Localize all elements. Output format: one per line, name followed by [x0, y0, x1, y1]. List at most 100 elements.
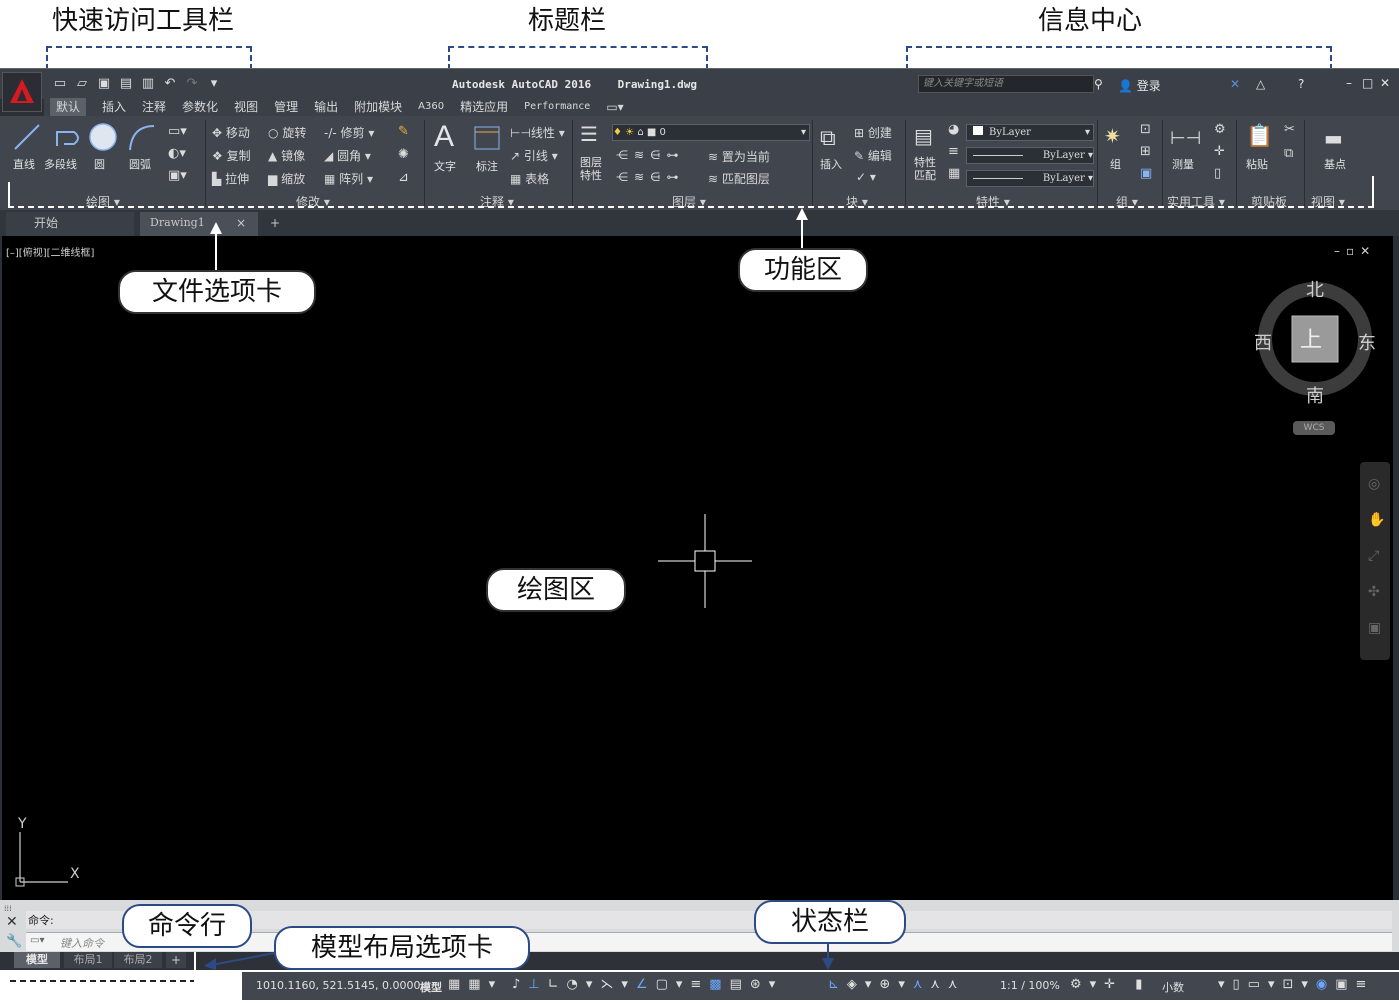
block-more-icon[interactable]: ✓ ▾ [856, 170, 876, 184]
command-grip-icon[interactable]: ⁞⁞⁞ [4, 904, 12, 913]
tab-drawing1[interactable]: Drawing1 × [140, 212, 258, 236]
coordinates-readout[interactable]: 1010.1160, 521.5145, 0.0000 [256, 979, 420, 992]
scale-button[interactable]: ▆ 缩放 [268, 170, 305, 187]
match-layer-button[interactable]: ≋ 匹配图层 [708, 170, 770, 187]
minimize-button[interactable]: – [1346, 76, 1352, 90]
polyline-button[interactable]: 多段线 [44, 156, 77, 172]
viewport-window-controls[interactable]: –▫✕ [1334, 244, 1376, 258]
customize-qat-icon[interactable]: ▾ [206, 77, 222, 91]
match-properties-button[interactable]: 特性 匹配 [914, 156, 936, 182]
offset-icon[interactable]: ⊿ [398, 170, 409, 185]
new-file-icon[interactable]: ▭ [52, 77, 68, 91]
linear-button[interactable]: ⊢⊣线性 ▾ [510, 124, 565, 141]
drafting-tools-group-4[interactable]: ⚙▾✛ ▮ [1070, 977, 1150, 992]
cut-icon[interactable]: ✂ [1284, 122, 1295, 137]
group-button[interactable]: 组 [1110, 156, 1121, 172]
redo-icon[interactable]: ↷ [184, 77, 200, 91]
tab-manage[interactable]: 管理 [274, 98, 298, 116]
id-point-icon[interactable]: ✛ [1214, 144, 1225, 159]
tab-view[interactable]: 视图 [234, 98, 258, 116]
group-edit-icon[interactable]: ⊞ [1140, 144, 1151, 159]
rotate-button[interactable]: ○ 旋转 [268, 124, 306, 141]
binoculars-icon[interactable]: ⚲ [1094, 77, 1103, 91]
close-button[interactable]: ✕ [1380, 76, 1390, 90]
application-menu-button[interactable] [2, 72, 42, 112]
close-tab-icon[interactable]: × [236, 210, 246, 236]
steering-wheel-icon[interactable]: ◎ [1368, 476, 1380, 492]
tab-addins[interactable]: 附加模块 [354, 98, 402, 116]
base-view-button[interactable]: 基点 [1324, 156, 1346, 172]
tab-annotate[interactable]: 注释 [142, 98, 166, 116]
layer-dropdown[interactable]: ♦ ☀ ⌂ ■ 0 ▾ [612, 124, 810, 141]
hatch-icon[interactable]: ◐▾ [168, 146, 186, 161]
save-as-icon[interactable]: ▤ [118, 77, 134, 91]
compass-west[interactable]: 西 [1254, 329, 1272, 355]
explode-icon[interactable]: ✺ [398, 147, 409, 162]
compass-south[interactable]: 南 [1306, 382, 1324, 408]
sign-in-button[interactable]: 👤 登录 [1118, 77, 1161, 94]
tab-a360[interactable]: A360 [418, 98, 444, 116]
arc-button[interactable]: 圆弧 [129, 156, 151, 172]
mirror-button[interactable]: ▲ 镜像 [268, 147, 305, 164]
drafting-tools-group-1[interactable]: ▦▦▾ [448, 977, 503, 992]
save-icon[interactable]: ▣ [96, 77, 112, 91]
copy-button[interactable]: ❖ 复制 [212, 147, 251, 164]
line-button[interactable]: 直线 [13, 156, 35, 172]
calculator-icon[interactable]: ▯ [1214, 166, 1221, 181]
search-input[interactable]: 键入关键字或短语 [918, 75, 1094, 93]
compass-north[interactable]: 北 [1306, 276, 1324, 302]
table-button[interactable]: ▦ 表格 [510, 170, 549, 187]
drafting-tools-group-3[interactable]: ⊾◈▾⊕▾⋏⋏⋏ [828, 977, 965, 992]
text-button[interactable]: 文字 [434, 158, 456, 174]
model-space-button[interactable]: 模型 [420, 979, 442, 995]
move-button[interactable]: ✥ 移动 [212, 124, 250, 141]
copy-clip-icon[interactable]: ⧉ [1284, 146, 1293, 161]
plot-icon[interactable]: ▥ [140, 77, 156, 91]
erase-icon[interactable]: ✎ [398, 124, 409, 139]
orbit-icon[interactable]: ✣ [1368, 584, 1380, 600]
tab-layout2[interactable]: 布局2 [114, 952, 162, 968]
tab-insert[interactable]: 插入 [102, 98, 126, 116]
fillet-button[interactable]: ◢ 圆角 ▾ [324, 147, 371, 164]
measure-button[interactable]: 测量 [1172, 156, 1194, 172]
layer-properties-button[interactable]: 图层 特性 [580, 156, 602, 182]
viewport-controls[interactable]: [–][俯视][二维线框] [6, 244, 94, 259]
compass-east[interactable]: 东 [1358, 329, 1376, 355]
layer-tool-row-1[interactable]: ⋲≋⋳⊶ [616, 148, 685, 162]
tab-output[interactable]: 输出 [314, 98, 338, 116]
a360-icon[interactable]: △ [1256, 77, 1265, 91]
tab-layout1[interactable]: 布局1 [64, 952, 112, 968]
add-layout-button[interactable]: + [166, 952, 186, 968]
linetype-dropdown[interactable]: ByLayer ▾ [966, 147, 1094, 164]
create-block-button[interactable]: ⊞ 创建 [854, 124, 892, 141]
insert-button[interactable]: 插入 [820, 156, 842, 172]
command-close-icon[interactable]: ✕ [6, 914, 18, 930]
viewcube-top-face[interactable]: 上 [1300, 322, 1322, 354]
tab-home[interactable]: 默认 [50, 98, 87, 116]
tab-featured-apps[interactable]: 精选应用 [460, 98, 508, 116]
drafting-tools-group-5[interactable]: ▾▯▭▾⊡▾◉▣≡ [1218, 977, 1374, 992]
drafting-tools-group-2[interactable]: ♪⊥∟◔▾⋋▾∠▢▾≡▩▤⊛▾ [512, 977, 783, 992]
help-icon[interactable]: ? [1298, 77, 1304, 91]
ribbon-minimize-icon[interactable]: ▭▾ [606, 98, 623, 116]
layer-tool-row-2[interactable]: ⋲≋⋳⊶ [616, 170, 685, 184]
leader-button[interactable]: ↗ 引线 ▾ [510, 147, 558, 164]
tab-performance[interactable]: Performance [524, 98, 590, 116]
maximize-button[interactable]: □ [1362, 76, 1373, 90]
paste-button[interactable]: 粘贴 [1246, 156, 1268, 172]
tab-start[interactable]: 开始 [6, 212, 134, 236]
stretch-button[interactable]: ▙ 拉伸 [212, 170, 249, 187]
open-file-icon[interactable]: ▱ [74, 77, 90, 91]
showmotion-icon[interactable]: ▣ [1368, 620, 1381, 636]
group-select-icon[interactable]: ▣ [1140, 166, 1152, 181]
ungroup-icon[interactable]: ⊡ [1140, 122, 1151, 137]
units-dropdown[interactable]: 小数 [1162, 979, 1184, 995]
tab-parametric[interactable]: 参数化 [182, 98, 218, 116]
tab-model[interactable]: 模型 [14, 952, 60, 968]
lineweight-dropdown[interactable]: ByLayer ▾ [966, 170, 1094, 187]
customize-icon[interactable]: 🔧 [6, 934, 22, 949]
undo-icon[interactable]: ↶ [162, 77, 178, 91]
pan-icon[interactable]: ✋ [1368, 512, 1385, 528]
new-tab-button[interactable]: + [270, 210, 280, 236]
array-button[interactable]: ▦ 阵列 ▾ [324, 170, 373, 187]
